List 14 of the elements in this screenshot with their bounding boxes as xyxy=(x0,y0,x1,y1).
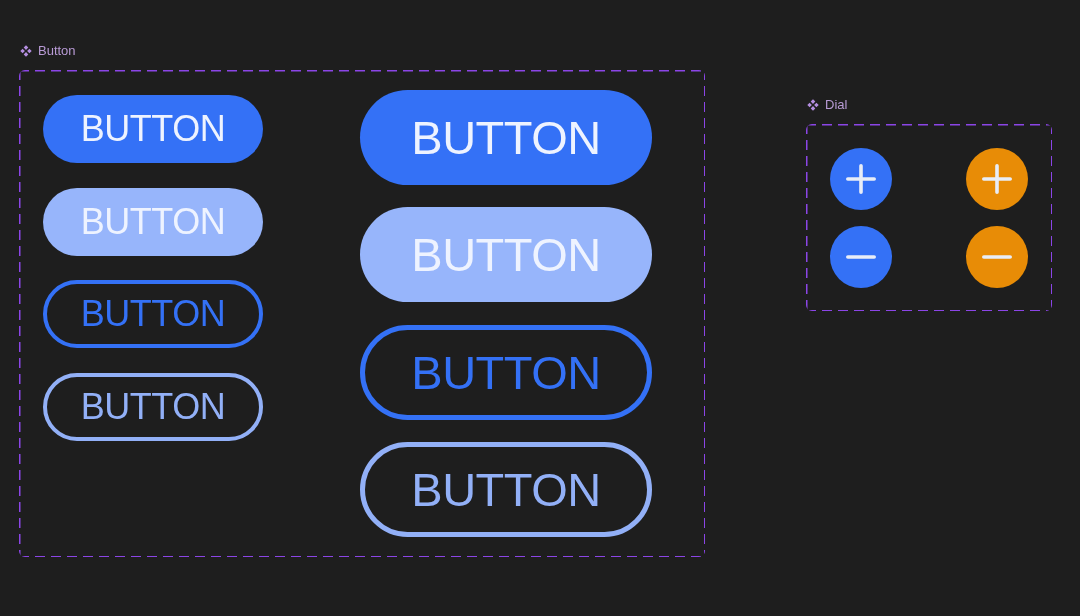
component-set-title: Button xyxy=(38,43,76,59)
plus-icon xyxy=(846,164,876,194)
button[interactable]: BUTTON xyxy=(43,280,263,348)
minus-icon xyxy=(846,255,876,259)
component-set-title: Dial xyxy=(825,97,848,113)
button[interactable]: BUTTON xyxy=(360,90,652,185)
button[interactable]: BUTTON xyxy=(360,324,652,420)
button[interactable]: BUTTON xyxy=(43,372,263,441)
minus-icon xyxy=(982,255,1012,259)
button[interactable]: BUTTON xyxy=(43,95,263,163)
component-icon xyxy=(807,99,819,111)
button[interactable]: BUTTON xyxy=(360,441,652,537)
component-icon xyxy=(20,45,32,57)
plus-icon xyxy=(982,164,1012,194)
